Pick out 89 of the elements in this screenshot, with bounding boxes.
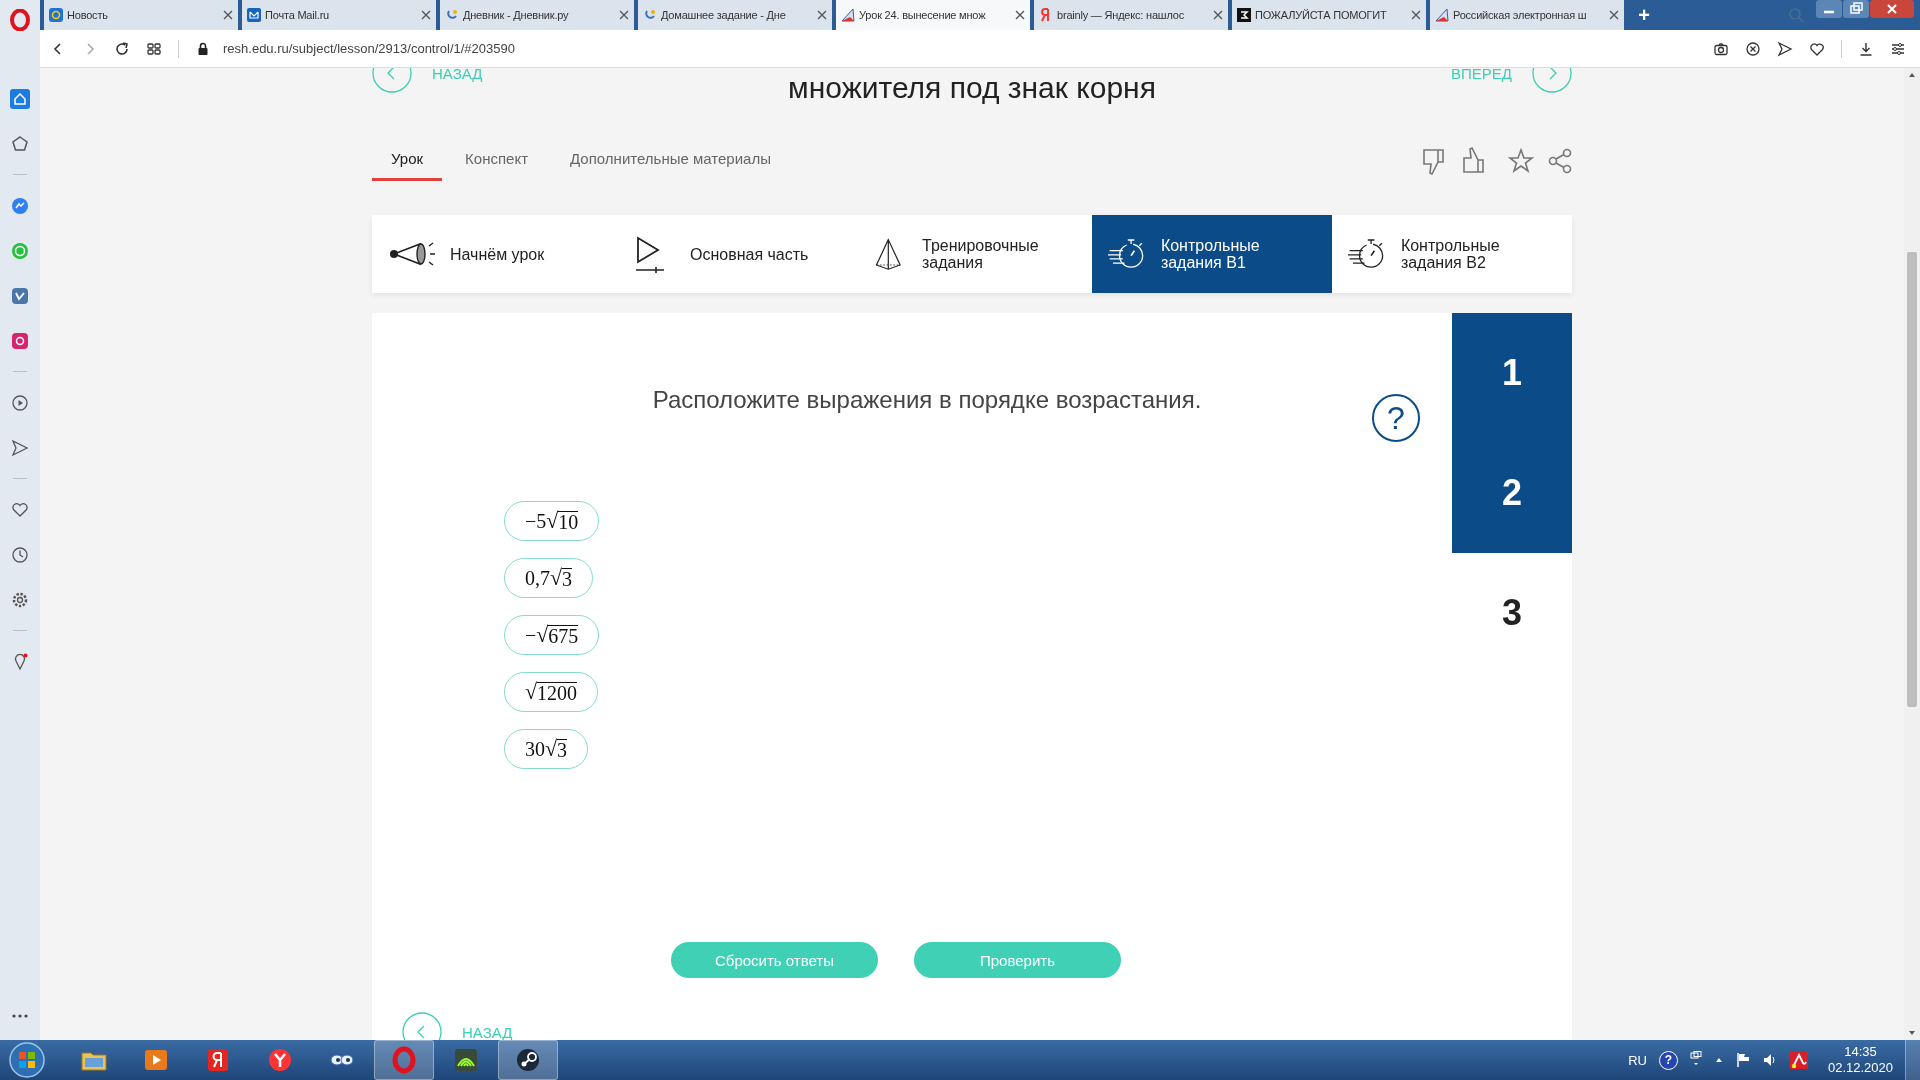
answer-chip[interactable]: 30√3 — [504, 729, 589, 769]
lesson-tab[interactable]: Конспект — [446, 140, 548, 181]
help-button[interactable]: ? — [1658, 1050, 1678, 1070]
close-icon[interactable] — [1870, 0, 1914, 18]
settings-icon[interactable] — [1890, 40, 1906, 57]
clock-icon[interactable] — [10, 544, 30, 565]
browser-tab[interactable]: Урок 24. вынесение множ — [836, 0, 1030, 30]
square-icon — [1237, 8, 1251, 22]
language-indicator[interactable]: RU — [1628, 1052, 1647, 1068]
triangle-icon — [841, 8, 855, 22]
play-icon[interactable] — [10, 392, 30, 413]
lesson-tab[interactable]: Дополнительные материалы — [551, 140, 790, 181]
star-icon[interactable] — [1508, 147, 1534, 174]
new-tab-button[interactable]: + — [1628, 0, 1660, 30]
tab-title: Российская электронная ш — [1453, 9, 1588, 21]
browser-tab[interactable]: Новость — [44, 0, 238, 30]
clock-date[interactable]: 02.12.2020 — [1827, 1060, 1893, 1076]
close-icon[interactable] — [619, 10, 629, 20]
speaker-icon[interactable] — [1761, 1052, 1778, 1068]
scroll-thumb[interactable] — [1907, 252, 1917, 707]
answer-chip[interactable]: −√675 — [504, 615, 600, 655]
question-number[interactable]: 2 — [1452, 433, 1572, 553]
browser-tab[interactable]: Домашнее задание - Дне — [638, 0, 832, 30]
help-button[interactable]: ? — [1372, 394, 1420, 442]
clock-time[interactable]: 14:35 — [1844, 1044, 1877, 1060]
home-icon[interactable] — [10, 88, 30, 109]
reload-icon[interactable] — [114, 40, 130, 57]
close-icon[interactable] — [817, 10, 827, 20]
share-icon[interactable] — [1548, 147, 1572, 174]
close-icon[interactable] — [223, 10, 233, 20]
browser-tab[interactable]: Российская электронная ш — [1430, 0, 1624, 30]
square-icon[interactable] — [10, 285, 30, 306]
envelope-icon — [247, 8, 261, 22]
close-icon[interactable] — [421, 10, 431, 20]
section-tab[interactable]: Начнём урок — [372, 215, 612, 293]
download-icon[interactable] — [1858, 40, 1874, 57]
browser-tab[interactable]: Дневник - Дневник.ру — [440, 0, 634, 30]
address-field[interactable]: resh.edu.ru/subject/lesson/2913/control/1/#203590 — [223, 41, 515, 56]
tab-title: Почта Mail.ru — [265, 9, 330, 21]
browser-tab[interactable]: ПОЖАЛУЙСТА ПОМОГИТ — [1232, 0, 1426, 30]
block-icon[interactable] — [1745, 40, 1761, 57]
answer-chip[interactable]: 0,7√3 — [504, 558, 594, 598]
restore-icon[interactable] — [1843, 0, 1869, 18]
steam-icon — [514, 1046, 542, 1074]
grid-icon[interactable] — [146, 40, 162, 57]
answer-chip[interactable]: −5√10 — [504, 501, 600, 541]
ring-icon — [390, 1046, 418, 1074]
swirl-icon — [445, 8, 459, 22]
section-tab[interactable]: Тренировочные задания — [852, 215, 1092, 293]
browser-tab[interactable]: brainly — Яндекс: нашлос — [1034, 0, 1228, 30]
browser-logo-icon[interactable] — [10, 9, 30, 31]
heart-icon[interactable] — [1809, 40, 1825, 57]
triangle-icon — [1435, 8, 1449, 22]
question-number[interactable]: 1 — [1452, 313, 1572, 433]
tab-title: Урок 24. вынесение множ — [859, 9, 987, 21]
lesson-title: множителя под знак корня — [787, 70, 1157, 106]
section-tab[interactable]: Контрольные задания В1 — [1092, 215, 1332, 293]
lesson-tab[interactable]: Урок — [372, 140, 443, 181]
chat-bubble-icon[interactable] — [10, 195, 30, 216]
signal-icon — [452, 1046, 480, 1074]
tab-title: ПОЖАЛУЙСТА ПОМОГИТ — [1255, 9, 1388, 21]
browser-tab[interactable]: Почта Mail.ru — [242, 0, 436, 30]
section-tab[interactable]: Основная часть — [612, 215, 852, 293]
pentagon-icon[interactable] — [10, 133, 30, 154]
thumbs-up-icon[interactable] — [1460, 145, 1486, 176]
close-icon[interactable] — [1411, 10, 1421, 20]
minimize-icon[interactable] — [1816, 0, 1842, 18]
tab-title: Дневник - Дневник.ру — [463, 9, 570, 21]
circle-icon — [266, 1046, 294, 1074]
send-icon[interactable] — [10, 437, 30, 458]
taskbar-app[interactable] — [498, 1040, 558, 1080]
answer-chip[interactable]: √1200 — [504, 672, 599, 712]
swirl-icon — [643, 8, 657, 22]
more-icon[interactable] — [12, 1014, 28, 1018]
flag-icon[interactable] — [1735, 1052, 1750, 1068]
question-text: Расположите выражения в порядке возрастания. — [651, 385, 1203, 415]
at-sign-icon — [49, 8, 63, 22]
close-icon[interactable] — [1609, 10, 1619, 20]
antivirus-icon[interactable] — [1789, 1051, 1808, 1069]
close-icon[interactable] — [1213, 10, 1223, 20]
camera-icon[interactable] — [1713, 40, 1729, 57]
start-button-icon[interactable] — [8, 1041, 46, 1079]
section-tab[interactable]: Контрольные задания В2 — [1332, 215, 1572, 293]
send-icon[interactable] — [1777, 40, 1793, 57]
tab-title: Домашнее задание - Дне — [661, 9, 787, 21]
tab-title: brainly — Яндекс: нашлос — [1057, 9, 1185, 21]
scrollbar[interactable] — [1904, 68, 1920, 1040]
tab-title: Новость — [67, 9, 109, 21]
close-icon[interactable] — [1015, 10, 1025, 20]
